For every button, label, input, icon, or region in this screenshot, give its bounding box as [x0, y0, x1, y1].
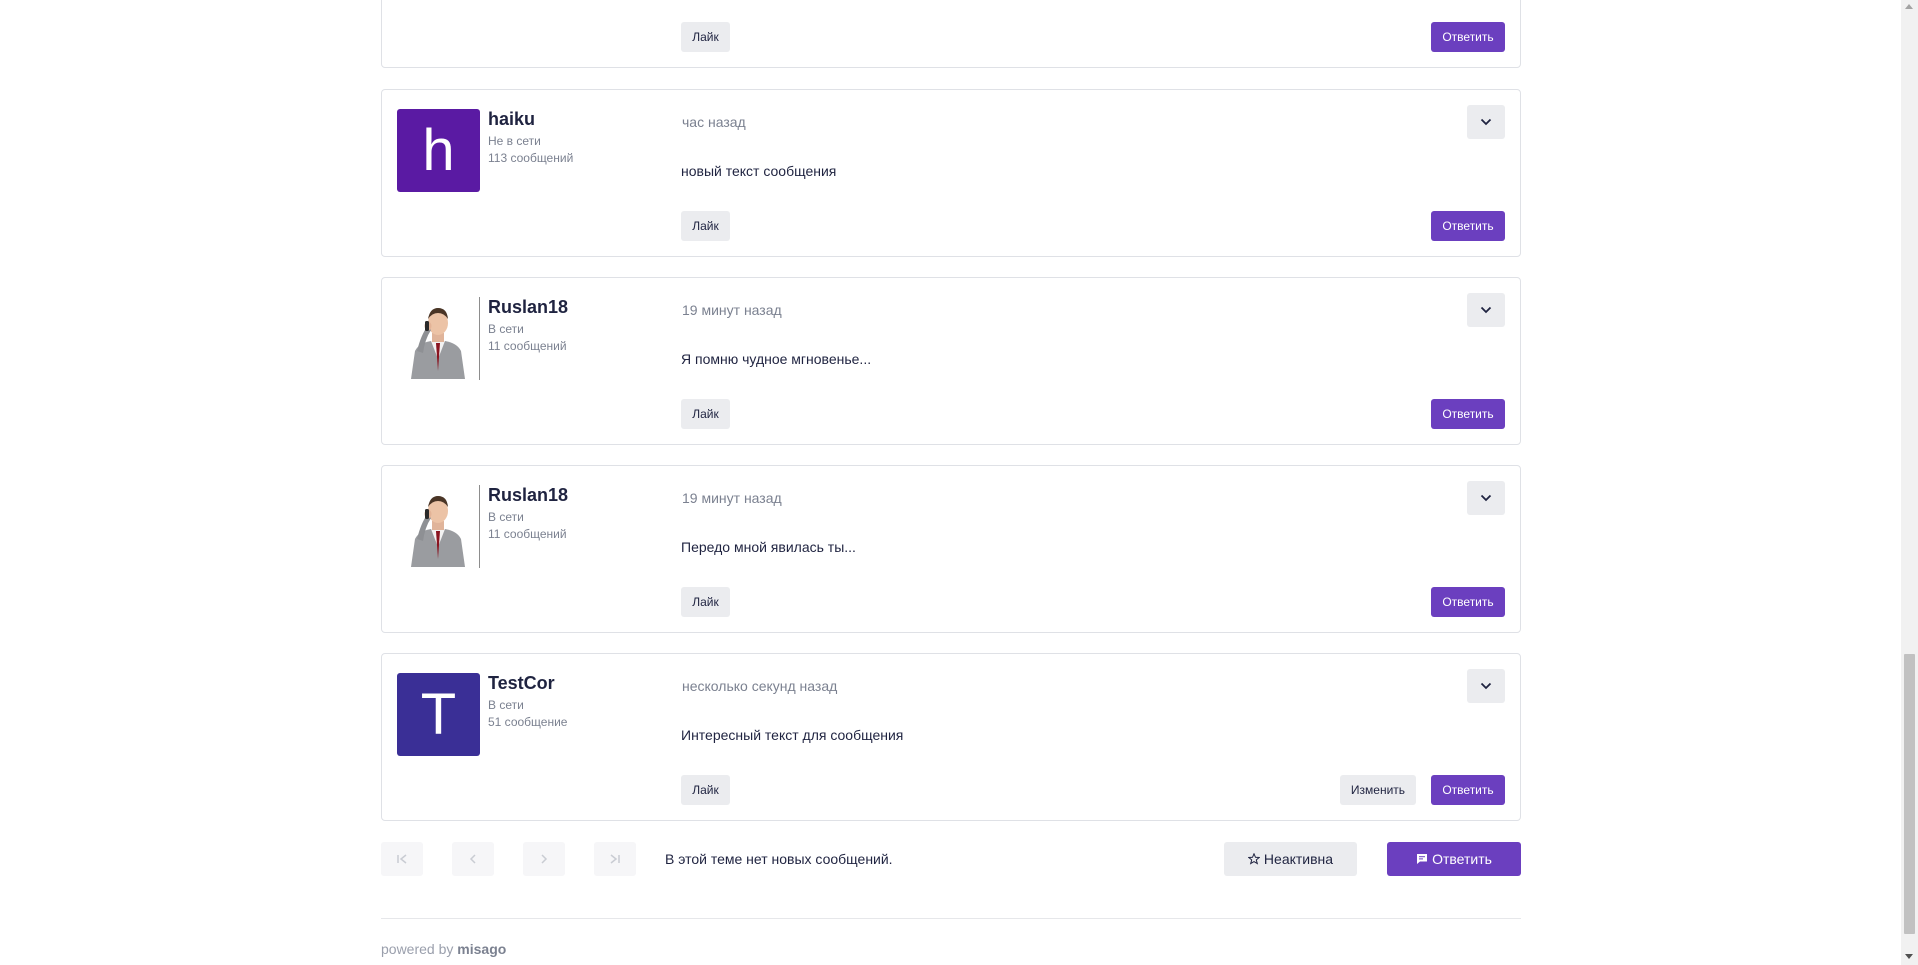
like-button[interactable]: Лайк — [681, 775, 730, 805]
footer-powered-by: powered by — [381, 941, 454, 957]
like-button[interactable]: Лайк — [681, 22, 730, 52]
reply-button[interactable]: Ответить — [1431, 22, 1505, 52]
footer-brand-link[interactable]: misago — [457, 941, 506, 957]
post-menu-button[interactable] — [1467, 293, 1505, 327]
no-new-posts-message: В этой теме нет новых сообщений. — [665, 851, 893, 867]
post-body: Интересный текст для сообщения — [681, 727, 904, 743]
subscription-button[interactable]: Неактивна — [1224, 842, 1357, 876]
comment-icon — [1417, 854, 1428, 864]
user-status: В сети — [488, 322, 524, 336]
post-card: T TestCor В сети 51 сообщение несколько … — [381, 653, 1521, 821]
reply-button[interactable]: Ответить — [1431, 587, 1505, 617]
footer-divider — [381, 918, 1521, 919]
chevron-down-icon — [1480, 306, 1492, 314]
user-status: В сети — [488, 510, 524, 524]
reply-button[interactable]: Ответить — [1431, 399, 1505, 429]
star-icon — [1247, 853, 1260, 865]
post-username[interactable]: TestCor — [488, 673, 555, 694]
subscription-label: Неактивна — [1263, 851, 1334, 867]
avatar[interactable] — [397, 297, 480, 380]
first-page-button[interactable] — [381, 842, 423, 876]
post-body: Передо мной явилась ты... — [681, 539, 856, 555]
thread-pager: В этой теме нет новых сообщений. Неактив… — [381, 842, 1521, 876]
post-menu-button[interactable] — [1467, 105, 1505, 139]
user-status: В сети — [488, 698, 524, 712]
chevron-down-icon — [1480, 118, 1492, 126]
post-body: Я помню чудное мгновенье... — [681, 351, 872, 367]
post-card: Ruslan18 В сети 11 сообщений 19 минут на… — [381, 465, 1521, 633]
previous-page-button[interactable] — [452, 842, 494, 876]
like-button[interactable]: Лайк — [681, 587, 730, 617]
avatar[interactable]: h — [397, 109, 480, 192]
post-timestamp[interactable]: несколько секунд назад — [682, 678, 837, 694]
post-menu-button[interactable] — [1467, 481, 1505, 515]
last-page-button[interactable] — [594, 842, 636, 876]
avatar[interactable]: T — [397, 673, 480, 756]
post-username[interactable]: haiku — [488, 109, 535, 130]
post-menu-button[interactable] — [1467, 669, 1505, 703]
post-timestamp[interactable]: час назад — [682, 114, 746, 130]
avatar[interactable] — [397, 485, 480, 568]
post-card: h haiku Не в сети 113 сообщений час наза… — [381, 89, 1521, 257]
chevron-right-icon — [541, 854, 548, 864]
chevron-left-icon — [469, 854, 476, 864]
footer: powered by misago — [381, 941, 506, 957]
user-post-count: 11 сообщений — [488, 527, 567, 541]
chevron-down-icon — [1480, 682, 1492, 690]
scroll-up-arrow[interactable] — [1905, 4, 1913, 9]
post-username[interactable]: Ruslan18 — [488, 297, 568, 318]
avatar-photo — [411, 495, 465, 567]
post-card: Лайк Ответить — [381, 0, 1521, 68]
reply-button[interactable]: Ответить — [1431, 775, 1505, 805]
scroll-down-arrow[interactable] — [1905, 954, 1913, 959]
reply-thread-label: Ответить — [1432, 851, 1492, 867]
post-timestamp[interactable]: 19 минут назад — [682, 302, 782, 318]
next-page-button[interactable] — [523, 842, 565, 876]
avatar-letter: T — [420, 682, 457, 747]
like-button[interactable]: Лайк — [681, 211, 730, 241]
page-scrollbar[interactable] — [1901, 0, 1918, 965]
post-username[interactable]: Ruslan18 — [488, 485, 568, 506]
user-status: Не в сети — [488, 134, 541, 148]
first-page-icon — [397, 854, 407, 864]
user-post-count: 11 сообщений — [488, 339, 567, 353]
user-post-count: 113 сообщений — [488, 151, 574, 165]
reply-button[interactable]: Ответить — [1431, 211, 1505, 241]
post-card: Ruslan18 В сети 11 сообщений 19 минут на… — [381, 277, 1521, 445]
scroll-thumb[interactable] — [1904, 654, 1915, 934]
avatar-letter: h — [422, 118, 455, 183]
avatar-photo — [411, 307, 465, 379]
like-button[interactable]: Лайк — [681, 399, 730, 429]
last-page-icon — [610, 854, 620, 864]
reply-thread-button[interactable]: Ответить — [1387, 842, 1521, 876]
user-post-count: 51 сообщение — [488, 715, 568, 729]
post-body: новый текст сообщения — [681, 163, 837, 179]
chevron-down-icon — [1480, 494, 1492, 502]
post-timestamp[interactable]: 19 минут назад — [682, 490, 782, 506]
edit-button[interactable]: Изменить — [1340, 775, 1416, 805]
